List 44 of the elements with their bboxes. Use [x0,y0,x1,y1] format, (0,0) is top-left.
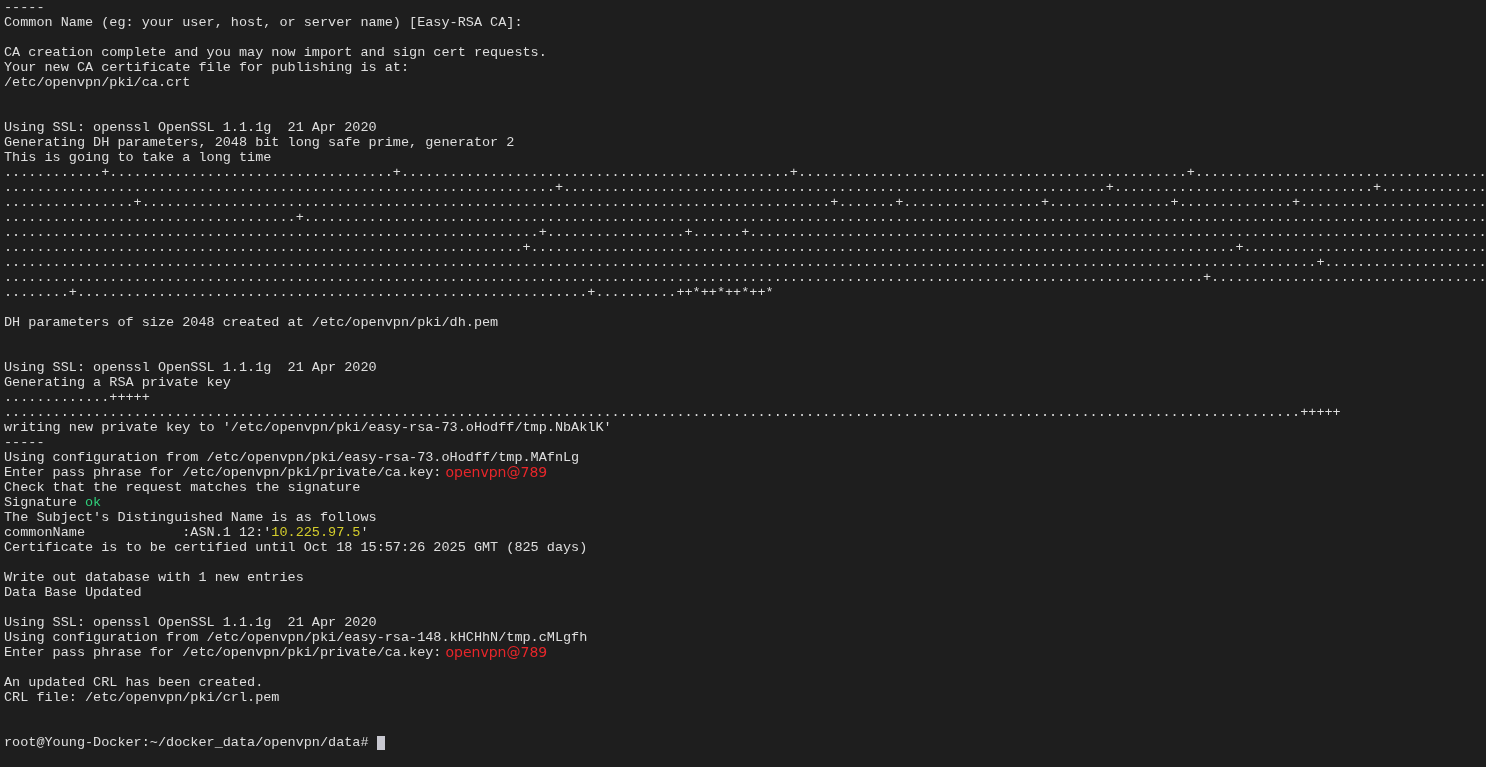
terminal-output: An updated CRL has been created. [4,675,264,690]
status-text: ok [84,495,102,510]
terminal-output: Using configuration from /etc/openvpn/pki/easy-rsa-73.oHodff/tmp.MAfnLg [4,450,580,465]
terminal-output: ....................................+.................................................................................................................................................. [4,210,1486,225]
password-text: openvpn@789 [445,645,548,660]
terminal-output: ----- [4,0,45,15]
terminal-output: writing new private key to '/etc/openvpn/pki/easy-rsa-73.oHodff/tmp.NbAklK' [4,420,612,435]
terminal-output: Enter pass phrase for /etc/openvpn/pki/private/ca.key: [4,465,442,480]
terminal-output: ----- [4,435,45,450]
terminal-output: Signature [4,495,77,510]
terminal-output: ....................................................................+...................................................................+................................+............. [4,180,1486,195]
terminal-output: Using SSL: openssl OpenSSL 1.1.1g 21 Apr 2020 [4,615,377,630]
terminal-output: .............+++++ [4,390,150,405]
terminal-output: Data Base Updated [4,585,142,600]
terminal-output: commonName :ASN.1 12:' [4,525,272,540]
terminal-output: ....................................................................................................................................................+.................................. [4,270,1486,285]
terminal-output: Your new CA certificate file for publishing is at: [4,60,410,75]
terminal-output: ................................................................................................................................................................+++++ [4,405,1341,420]
terminal-output: ..................................................................+.................+......+........................................................................................... [4,225,1486,240]
terminal-output: ............+...................................+................................................+................................................+.................................... [4,165,1486,180]
terminal-output: ................+.....................................................................................+.......+.................+...............+..............+....................... [4,195,1486,210]
terminal-output: DH parameters of size 2048 created at /etc/openvpn/pki/dh.pem [4,315,499,330]
terminal-output: This is going to take a long time [4,150,272,165]
shell-prompt: root@Young-Docker:~/docker_data/openvpn/data# [4,735,369,750]
terminal-output: Generating a RSA private key [4,375,231,390]
terminal-output: Using configuration from /etc/openvpn/pki/easy-rsa-148.kHCHhN/tmp.cMLgfh [4,630,588,645]
password-text: openvpn@789 [445,465,548,480]
terminal-output: Common Name (eg: your user, host, or server name) [Easy-RSA CA]: [4,15,523,30]
terminal-output: Generating DH parameters, 2048 bit long safe prime, generator 2 [4,135,515,150]
terminal-output: Check that the request matches the signature [4,480,361,495]
terminal-output: Enter pass phrase for /etc/openvpn/pki/private/ca.key: [4,645,442,660]
terminal-output: Using SSL: openssl OpenSSL 1.1.1g 21 Apr 2020 [4,120,377,135]
terminal-output: Certificate is to be certified until Oct 18 15:57:26 2025 GMT (825 days) [4,540,588,555]
terminal-output: The Subject's Distinguished Name is as follows [4,510,377,525]
terminal-output: ' [360,525,369,540]
terminal-output: CA creation complete and you may now import and sign cert requests. [4,45,547,60]
string-value: 10.225.97.5 [271,525,361,540]
terminal-output: ..................................................................................................................................................................+.................... [4,255,1486,270]
terminal-output: Using SSL: openssl OpenSSL 1.1.1g 21 Apr 2020 [4,360,377,375]
terminal-output: CRL file: /etc/openvpn/pki/crl.pem [4,690,280,705]
terminal-output: Write out database with 1 new entries [4,570,304,585]
terminal-output: ................................................................+.......................................................................................+.............................. [4,240,1486,255]
terminal-output: ........+...............................................................+..........++*++*++*++* [4,285,774,300]
terminal-output: /etc/openvpn/pki/ca.crt [4,75,191,90]
